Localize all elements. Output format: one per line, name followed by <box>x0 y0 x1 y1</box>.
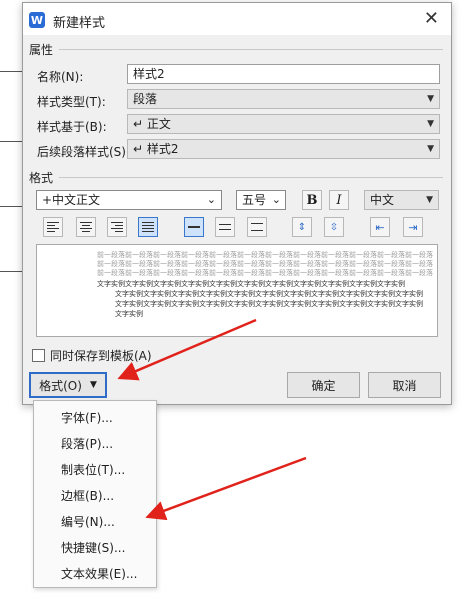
annotation-arrows <box>117 318 307 521</box>
arrow-to-format-button <box>117 318 257 381</box>
arrow-to-numbering-item <box>145 456 307 521</box>
